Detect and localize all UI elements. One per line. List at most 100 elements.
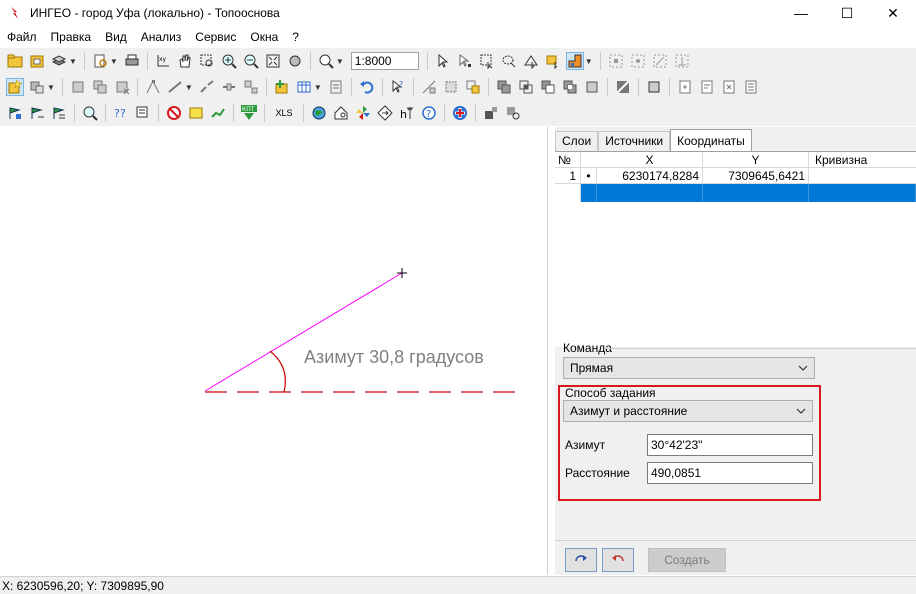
tab-layers[interactable]: Слои xyxy=(555,131,599,151)
new-object-icon[interactable] xyxy=(6,78,24,96)
report-icon[interactable] xyxy=(134,104,152,122)
select-vertex-icon[interactable] xyxy=(456,52,474,70)
object-properties-icon[interactable] xyxy=(273,78,291,96)
edit-vertices-icon[interactable] xyxy=(144,78,162,96)
azimuth-input[interactable]: 30°42'23" xyxy=(647,434,813,456)
intersect-icon[interactable] xyxy=(517,78,535,96)
menu-help[interactable]: ? xyxy=(285,26,306,48)
folder-copy-icon[interactable] xyxy=(28,52,46,70)
hatch-icon[interactable] xyxy=(614,78,632,96)
add-red-cross-icon[interactable] xyxy=(451,104,469,122)
flag-move-icon[interactable] xyxy=(28,104,46,122)
pan-hand-icon[interactable] xyxy=(176,52,194,70)
snap-perpendicular-icon[interactable] xyxy=(673,52,691,70)
layers-icon[interactable] xyxy=(50,52,68,70)
coordinate-axes-icon[interactable]: xy xyxy=(154,52,172,70)
zoom-previous-icon[interactable] xyxy=(286,52,304,70)
subtract-icon[interactable] xyxy=(539,78,557,96)
route-icon[interactable] xyxy=(209,104,227,122)
select-rect-icon[interactable] xyxy=(478,52,496,70)
scale-input[interactable]: 1:8000 xyxy=(350,52,419,70)
select-layer-icon[interactable] xyxy=(544,52,562,70)
home-search-icon[interactable] xyxy=(332,104,350,122)
context-help-icon[interactable]: ? xyxy=(389,78,407,96)
printer-icon[interactable] xyxy=(123,52,141,70)
tab-coordinates[interactable]: Координаты xyxy=(670,129,752,151)
select-lasso-icon[interactable] xyxy=(500,52,518,70)
menu-windows[interactable]: Окна xyxy=(243,26,285,48)
xls-export-icon[interactable]: XLS xyxy=(271,104,297,122)
copy-object-icon[interactable] xyxy=(91,78,109,96)
tab-sources[interactable]: Источники xyxy=(598,131,671,151)
snap-edge-icon[interactable] xyxy=(651,52,669,70)
union-icon[interactable] xyxy=(495,78,513,96)
doc-delete-icon[interactable] xyxy=(720,78,738,96)
menu-analysis[interactable]: Анализ xyxy=(134,26,189,48)
snap-node-icon[interactable] xyxy=(629,52,647,70)
move-object-icon[interactable] xyxy=(69,78,87,96)
zoom-rect-icon[interactable] xyxy=(198,52,216,70)
height-icon[interactable]: h xyxy=(398,104,416,122)
redo-button[interactable] xyxy=(565,548,597,572)
create-button[interactable]: Создать xyxy=(648,548,726,572)
zoom-scale-dropdown-icon[interactable]: ▼ xyxy=(336,57,344,66)
command-select[interactable]: Прямая xyxy=(563,357,815,379)
close-button[interactable]: ✕ xyxy=(870,0,916,26)
globe-icon[interactable] xyxy=(310,104,328,122)
row-curvature-value[interactable] xyxy=(809,168,916,183)
snap-grid-icon[interactable] xyxy=(607,52,625,70)
break-object-icon[interactable] xyxy=(242,78,260,96)
edit-line-icon[interactable] xyxy=(166,78,184,96)
plugin-search-icon[interactable] xyxy=(504,104,522,122)
map-canvas[interactable]: Азимут 30,8 градусов xyxy=(0,127,548,575)
menu-view[interactable]: Вид xyxy=(98,26,134,48)
area-measure-icon[interactable] xyxy=(442,78,460,96)
object-group-dropdown-icon[interactable]: ▼ xyxy=(47,83,55,92)
minimize-button[interactable]: — xyxy=(778,0,824,26)
distance-input[interactable]: 490,0851 xyxy=(647,462,813,484)
highlight-object-icon[interactable] xyxy=(464,78,482,96)
clip-icon[interactable] xyxy=(583,78,601,96)
doc-edit-icon[interactable] xyxy=(698,78,716,96)
table-icon[interactable] xyxy=(295,78,313,96)
note-icon[interactable] xyxy=(187,104,205,122)
preview-dropdown-icon[interactable]: ▼ xyxy=(110,57,118,66)
doc-list-icon[interactable] xyxy=(742,78,760,96)
xor-icon[interactable] xyxy=(561,78,579,96)
draw-polygon-icon[interactable] xyxy=(565,52,584,70)
zoom-scale-icon[interactable] xyxy=(317,52,335,70)
edit-line-dropdown-icon[interactable]: ▼ xyxy=(185,83,193,92)
row-y-value[interactable]: 7309645,6421 xyxy=(703,168,809,183)
object-group-icon[interactable] xyxy=(28,78,46,96)
measure-icon[interactable] xyxy=(420,78,438,96)
kpt-import-icon[interactable]: КПТ xyxy=(240,104,258,122)
windmill-icon[interactable] xyxy=(354,104,372,122)
table-dropdown-icon[interactable]: ▼ xyxy=(314,83,322,92)
plugin-icon[interactable] xyxy=(482,104,500,122)
method-select[interactable]: Азимут и расстояние xyxy=(563,400,813,422)
table-row-new[interactable] xyxy=(555,184,916,202)
undo-button[interactable] xyxy=(602,548,634,572)
zoom-out-icon[interactable] xyxy=(242,52,260,70)
maximize-button[interactable]: ☐ xyxy=(824,0,870,26)
navigation-diamond-icon[interactable] xyxy=(376,104,394,122)
doc-add-icon[interactable] xyxy=(676,78,694,96)
table-row[interactable]: 1 • 6230174,8284 7309645,6421 xyxy=(555,168,916,184)
forbidden-icon[interactable] xyxy=(165,104,183,122)
draw-dropdown-icon[interactable]: ▼ xyxy=(585,57,593,66)
flag-list-icon[interactable] xyxy=(50,104,68,122)
menu-service[interactable]: Сервис xyxy=(188,26,243,48)
print-preview-icon[interactable] xyxy=(91,52,109,70)
layers-dropdown-icon[interactable]: ▼ xyxy=(69,57,77,66)
query-icon[interactable]: ?? xyxy=(112,104,130,122)
open-folder-icon[interactable] xyxy=(6,52,24,70)
zoom-extents-icon[interactable] xyxy=(264,52,282,70)
menu-file[interactable]: Файл xyxy=(0,26,44,48)
menu-edit[interactable]: Правка xyxy=(44,26,99,48)
help-icon[interactable]: ? xyxy=(420,104,438,122)
split-line-icon[interactable] xyxy=(198,78,216,96)
select-arrow-icon[interactable] xyxy=(434,52,452,70)
attributes-icon[interactable] xyxy=(327,78,345,96)
search-icon[interactable] xyxy=(81,104,99,122)
delete-object-icon[interactable] xyxy=(113,78,131,96)
